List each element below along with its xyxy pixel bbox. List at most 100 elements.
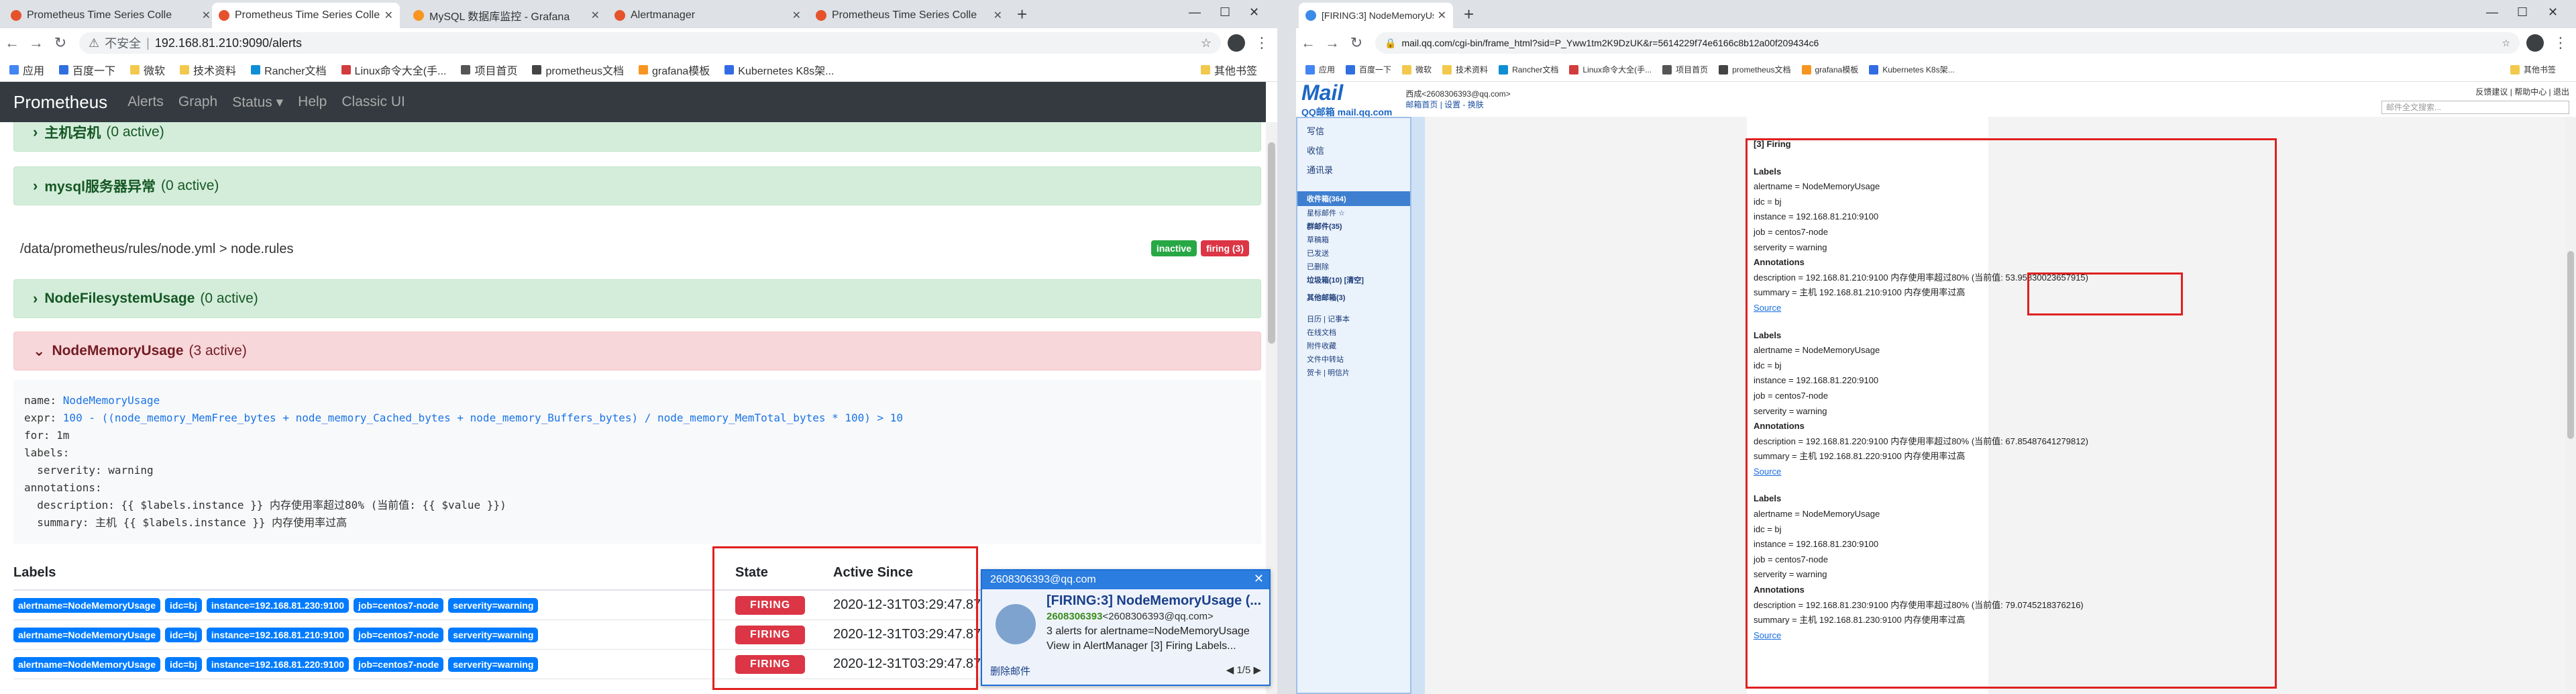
sidebar-splitter[interactable]	[1411, 117, 1425, 694]
brand-logo[interactable]: Prometheus	[13, 92, 107, 113]
bookmark-0[interactable]: 应用	[9, 62, 44, 78]
close-icon[interactable]: ✕	[202, 9, 211, 22]
nav-graph[interactable]: Graph	[178, 94, 217, 110]
notification-subject[interactable]: [FIRING:3] NodeMemoryUsage (...	[1046, 593, 1261, 609]
bookmark-other[interactable]: 其他书签	[2510, 64, 2556, 75]
tab-2[interactable]: MySQL 数据库监控 - Grafana ✕	[407, 3, 606, 28]
maximize-button[interactable]: ☐	[2517, 5, 2528, 19]
bookmark-other[interactable]: 其他书签	[1200, 62, 1257, 78]
bookmark-9[interactable]: Kubernetes K8s架...	[724, 62, 834, 78]
tab-3[interactable]: Alertmanager ✕	[608, 3, 808, 28]
nav-alerts[interactable]: Alerts	[127, 94, 164, 110]
folder-other[interactable]: 其他邮箱(3)	[1297, 291, 1410, 304]
back-icon[interactable]: ←	[1296, 34, 1320, 52]
reload-icon[interactable]: ↻	[48, 34, 72, 52]
bookmark-5[interactable]: Linux命令大全(手...	[1569, 64, 1652, 75]
star-icon[interactable]: ☆	[1201, 36, 1212, 50]
compose-link[interactable]: 写信	[1297, 121, 1410, 140]
bookmark-3[interactable]: 技术资料	[180, 62, 236, 78]
folder-drafts[interactable]: 草稿箱	[1297, 233, 1410, 246]
back-icon[interactable]: ←	[0, 34, 24, 52]
folder-group[interactable]: 群邮件(35)	[1297, 219, 1410, 233]
bookmark-0[interactable]: 应用	[1305, 64, 1335, 75]
bookmark-8[interactable]: grafana模板	[1801, 64, 1858, 75]
folder-spam[interactable]: 垃圾箱(10) [清空]	[1297, 273, 1410, 287]
close-icon[interactable]: ✕	[591, 9, 600, 22]
forward-icon[interactable]: →	[1320, 34, 1344, 52]
account-name[interactable]: 西成<2608306393@qq.com>	[1405, 89, 1510, 99]
tool-docs[interactable]: 在线文档	[1297, 326, 1410, 339]
nav-help[interactable]: Help	[298, 94, 327, 110]
qqmail-logo[interactable]: Mail QQ邮箱 mail.qq.com	[1301, 81, 1392, 119]
bookmark-5[interactable]: Linux命令大全(手...	[341, 62, 446, 78]
bookmark-4[interactable]: Rancher文档	[251, 62, 327, 78]
bookmark-1[interactable]: 百度一下	[59, 62, 115, 78]
account-links[interactable]: 邮箱首页 | 设置 - 换肤	[1405, 99, 1510, 110]
tab-0[interactable]: Prometheus Time Series Colle ✕	[4, 3, 217, 28]
top-links[interactable]: 反馈建议 | 帮助中心 | 退出	[2475, 86, 2569, 97]
contacts-link[interactable]: 通讯录	[1297, 160, 1410, 179]
inactive-badge[interactable]: inactive	[1150, 240, 1197, 256]
tab-4[interactable]: Prometheus Time Series Colle ✕	[809, 3, 1009, 28]
bookmark-3[interactable]: 技术资料	[1442, 64, 1488, 75]
next-icon[interactable]: ▶	[1250, 664, 1261, 676]
reload-icon[interactable]: ↻	[1344, 34, 1368, 52]
minimize-button[interactable]: —	[1189, 5, 1201, 19]
bookmark-1[interactable]: 百度一下	[1346, 64, 1391, 75]
minimize-button[interactable]: —	[2486, 5, 2498, 19]
new-tab-button[interactable]: +	[1464, 4, 1474, 25]
mail-notification-popup[interactable]: 2608306393@qq.com ✕ [FIRING:3] NodeMemor…	[981, 569, 1271, 686]
folder-starred[interactable]: 星标邮件 ☆	[1297, 206, 1410, 219]
delete-mail-button[interactable]: 删除邮件	[990, 664, 1030, 678]
profile-avatar-icon[interactable]	[2526, 34, 2544, 52]
nav-status[interactable]: Status ▾	[232, 94, 283, 111]
nav-classic-ui[interactable]: Classic UI	[341, 94, 405, 110]
separator: |	[146, 36, 150, 50]
firing-badge[interactable]: firing (3)	[1201, 240, 1249, 256]
close-icon[interactable]: ✕	[994, 9, 1002, 22]
bookmark-7[interactable]: prometheus文档	[1719, 64, 1791, 75]
rule-group-memory[interactable]: ⌄ NodeMemoryUsage (3 active)	[13, 332, 1261, 370]
bookmark-6[interactable]: 项目首页	[1662, 64, 1708, 75]
bookmark-9[interactable]: Kubernetes K8s架...	[1869, 64, 1955, 75]
page-scrollbar[interactable]	[2565, 117, 2576, 694]
tool-cards[interactable]: 贺卡 | 明信片	[1297, 366, 1410, 379]
bookmark-2[interactable]: 微软	[1402, 64, 1432, 75]
bookmark-4[interactable]: Rancher文档	[1499, 64, 1558, 75]
close-icon[interactable]: ✕	[792, 9, 801, 22]
folder-deleted[interactable]: 已删除	[1297, 260, 1410, 273]
mail-search-input[interactable]: 邮件全文搜索...	[2381, 101, 2569, 114]
prev-icon[interactable]: ◀	[1226, 664, 1237, 676]
rule-group-mysql[interactable]: › mysql服务器异常 (0 active)	[13, 166, 1261, 205]
close-icon[interactable]: ✕	[1254, 572, 1264, 586]
new-tab-button[interactable]: +	[1017, 4, 1027, 25]
bookmarks-bar: 应用 百度一下 微软 技术资料 Rancher文档 Linux命令大全(手...…	[1296, 58, 2576, 82]
tab-qqmail[interactable]: [FIRING:3] NodeMemoryUsag ✕	[1299, 3, 1453, 28]
rule-group-filesystem[interactable]: › NodeFilesystemUsage (0 active)	[13, 279, 1261, 318]
profile-avatar-icon[interactable]	[1228, 34, 1245, 52]
bookmark-8[interactable]: grafana模板	[638, 62, 710, 78]
star-icon[interactable]: ☆	[2502, 38, 2510, 49]
url-field[interactable]: 🔒 mail.qq.com/cgi-bin/frame_html?sid=P_Y…	[1375, 32, 2520, 54]
close-window-button[interactable]: ✕	[1249, 5, 1259, 19]
bookmark-2[interactable]: 微软	[130, 62, 165, 78]
folder-inbox[interactable]: 收件箱(364)	[1297, 191, 1410, 206]
bookmark-7[interactable]: prometheus文档	[532, 62, 624, 78]
close-icon[interactable]: ✕	[384, 9, 393, 22]
menu-icon[interactable]: ⋮	[1254, 34, 1269, 52]
folder-sent[interactable]: 已发送	[1297, 246, 1410, 260]
close-window-button[interactable]: ✕	[2548, 5, 2558, 19]
tool-attachments[interactable]: 附件收藏	[1297, 339, 1410, 352]
tab-1-active[interactable]: Prometheus Time Series Colle ✕	[212, 3, 400, 28]
receive-link[interactable]: 收信	[1297, 140, 1410, 160]
url-field[interactable]: ⚠ 不安全 | 192.168.81.210:9090/alerts ☆	[79, 32, 1221, 54]
rule-group-host-down[interactable]: › 主机宕机 (0 active)	[13, 122, 1261, 152]
menu-icon[interactable]: ⋮	[2553, 34, 2568, 52]
bookmark-6[interactable]: 项目首页	[461, 62, 517, 78]
maximize-button[interactable]: ☐	[1220, 5, 1230, 19]
tool-transfer[interactable]: 文件中转站	[1297, 352, 1410, 366]
forward-icon[interactable]: →	[24, 34, 48, 52]
close-icon[interactable]: ✕	[1438, 9, 1446, 22]
rule-expr-link: 100 - ((node_memory_MemFree_bytes + node…	[62, 411, 904, 424]
tool-calendar[interactable]: 日历 | 记事本	[1297, 312, 1410, 326]
